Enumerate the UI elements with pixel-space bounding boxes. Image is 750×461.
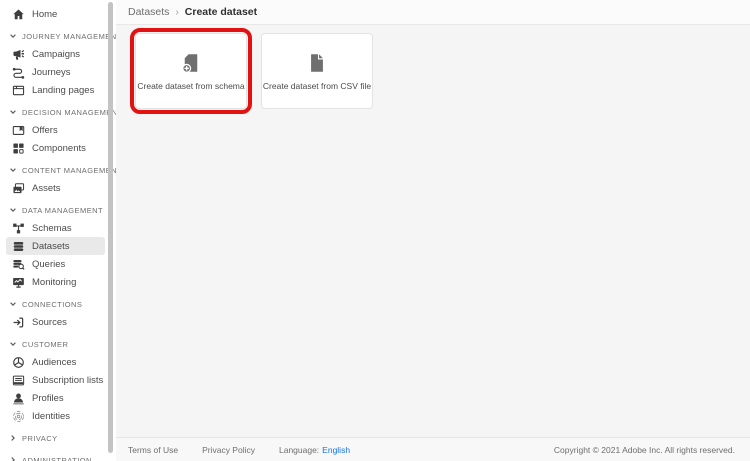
sidebar-item-label: Offers — [32, 124, 58, 136]
home-icon — [12, 8, 25, 21]
sidebar-section-decision-management[interactable]: DECISION MANAGEMENT — [0, 103, 116, 121]
language-label: Language: — [278, 444, 320, 455]
chevron-down-icon — [9, 166, 17, 174]
dataset-schema-icon — [180, 52, 202, 74]
sidebar-section-journey-management[interactable]: JOURNEY MANAGEMENT — [0, 27, 116, 45]
sidebar-section-customer[interactable]: CUSTOMER — [0, 335, 116, 353]
sidebar-item-label: Subscription lists — [32, 374, 104, 386]
sidebar-item-identities[interactable]: Identities — [6, 407, 105, 425]
sidebar-item-label: Datasets — [32, 240, 70, 252]
sidebar-item-schemas[interactable]: Schemas — [6, 219, 105, 237]
sidebar-item-journeys[interactable]: Journeys — [6, 63, 105, 81]
sidebar-item-landing-pages[interactable]: Landing pages — [6, 81, 105, 99]
sidebar-section-connections[interactable]: CONNECTIONS — [0, 295, 116, 313]
sidebar-section-label: DATA MANAGEMENT — [22, 205, 104, 215]
sidebar-item-profiles[interactable]: Profiles — [6, 389, 105, 407]
chevron-down-icon — [9, 206, 17, 214]
queries-icon — [12, 258, 25, 271]
sidebar-item-queries[interactable]: Queries — [6, 255, 105, 273]
sidebar-item-label: Landing pages — [32, 84, 95, 96]
sidebar-item-components[interactable]: Components — [6, 139, 105, 157]
chevron-down-icon — [9, 300, 17, 308]
monitoring-icon — [12, 276, 25, 289]
chevron-down-icon — [9, 108, 17, 116]
sidebar-item-offers[interactable]: Offers — [6, 121, 105, 139]
audiences-icon — [12, 356, 25, 369]
campaigns-icon — [12, 48, 25, 61]
card-label: Create dataset from CSV file — [262, 80, 372, 91]
sidebar-item-campaigns[interactable]: Campaigns — [6, 45, 105, 63]
sidebar-item-label: Profiles — [32, 392, 64, 404]
profiles-icon — [12, 392, 25, 405]
sidebar-section-label: ADMINISTRATION — [22, 455, 92, 461]
sidebar-item-label: Home — [32, 8, 58, 20]
chevron-down-icon — [9, 32, 17, 40]
sidebar-item-assets[interactable]: Assets — [6, 179, 105, 197]
breadcrumb-current-page: Create dataset — [184, 6, 258, 18]
language-setting: Language: English — [279, 445, 350, 455]
offers-icon — [12, 124, 25, 137]
card-wrap: Create dataset from schema — [130, 28, 252, 114]
components-icon — [12, 142, 25, 155]
sidebar-item-label: Audiences — [32, 356, 77, 368]
sidebar-item-subscription-lists[interactable]: Subscription lists — [6, 371, 105, 389]
sidebar-item-monitoring[interactable]: Monitoring — [6, 273, 105, 291]
footer: Terms of Use Privacy Policy Language: En… — [116, 437, 750, 461]
sidebar-item-label: Journeys — [32, 66, 71, 78]
content: Create dataset from schema Create dataset… — [116, 25, 750, 437]
chevron-right-icon — [9, 434, 17, 442]
subscription-lists-icon — [12, 374, 25, 387]
card-label: Create dataset from schema — [137, 80, 245, 91]
chevron-down-icon — [9, 340, 17, 348]
copyright-text: Copyright © 2021 Adobe Inc. All rights r… — [553, 444, 735, 455]
sidebar-scrollbar[interactable] — [108, 2, 113, 453]
sidebar-section-label: CUSTOMER — [22, 339, 69, 349]
sources-icon — [12, 316, 25, 329]
sidebar-item-audiences[interactable]: Audiences — [6, 353, 105, 371]
sidebar-item-label: Schemas — [32, 222, 72, 234]
landing-pages-icon — [12, 84, 25, 97]
card-wrap: Create dataset from CSV file — [261, 33, 373, 109]
sidebar-item-label: Components — [32, 142, 86, 154]
sidebar-item-label: Assets — [32, 182, 61, 194]
breadcrumb-separator-icon: › — [175, 6, 179, 18]
sidebar-item-label: Monitoring — [32, 276, 77, 288]
sidebar-item-label: Queries — [32, 258, 66, 270]
sidebar-section-label: CONTENT MANAGEMENT — [22, 165, 116, 175]
sidebar-section-label: CONNECTIONS — [22, 299, 83, 309]
sidebar: Home JOURNEY MANAGEMENT Campaigns Journeys L… — [0, 0, 116, 461]
card-create-dataset-from-csv-file[interactable]: Create dataset from CSV file — [261, 33, 373, 109]
terms-of-use-link[interactable]: Terms of Use — [128, 445, 178, 455]
app-root: Home JOURNEY MANAGEMENT Campaigns Journeys L… — [0, 0, 750, 461]
sidebar-item-datasets[interactable]: Datasets — [6, 237, 105, 255]
sidebar-nav: Home JOURNEY MANAGEMENT Campaigns Journeys L… — [0, 5, 116, 461]
identities-icon — [12, 410, 25, 423]
sidebar-section-data-management[interactable]: DATA MANAGEMENT — [0, 201, 116, 219]
sidebar-section-administration[interactable]: ADMINISTRATION — [0, 451, 116, 461]
sidebar-section-label: PRIVACY — [22, 433, 58, 443]
sidebar-item-sources[interactable]: Sources — [6, 313, 105, 331]
sidebar-section-privacy[interactable]: PRIVACY — [0, 429, 116, 447]
page-header: Datasets › Create dataset — [116, 0, 750, 25]
sidebar-item-label: Sources — [32, 316, 67, 328]
breadcrumb: Datasets › Create dataset — [128, 6, 257, 18]
chevron-right-icon — [9, 456, 17, 461]
language-english-link[interactable]: English — [322, 445, 350, 455]
privacy-policy-link[interactable]: Privacy Policy — [202, 445, 255, 455]
breadcrumb-datasets[interactable]: Datasets — [128, 6, 169, 18]
footer-links: Terms of Use Privacy Policy Language: En… — [128, 445, 350, 455]
sidebar-item-label: Identities — [32, 410, 71, 422]
sidebar-item-label: Campaigns — [32, 48, 81, 60]
sidebar-section-label: DECISION MANAGEMENT — [22, 107, 116, 117]
main-area: Datasets › Create dataset Create dataset… — [116, 0, 750, 461]
card-create-dataset-from-schema[interactable]: Create dataset from schema — [135, 33, 247, 109]
journeys-icon — [12, 66, 25, 79]
schemas-icon — [12, 222, 25, 235]
datasets-icon — [12, 240, 25, 253]
csv-file-icon — [306, 52, 328, 74]
sidebar-item-home[interactable]: Home — [6, 5, 105, 23]
assets-icon — [12, 182, 25, 195]
sidebar-section-content-management[interactable]: CONTENT MANAGEMENT — [0, 161, 116, 179]
sidebar-section-label: JOURNEY MANAGEMENT — [22, 31, 116, 41]
